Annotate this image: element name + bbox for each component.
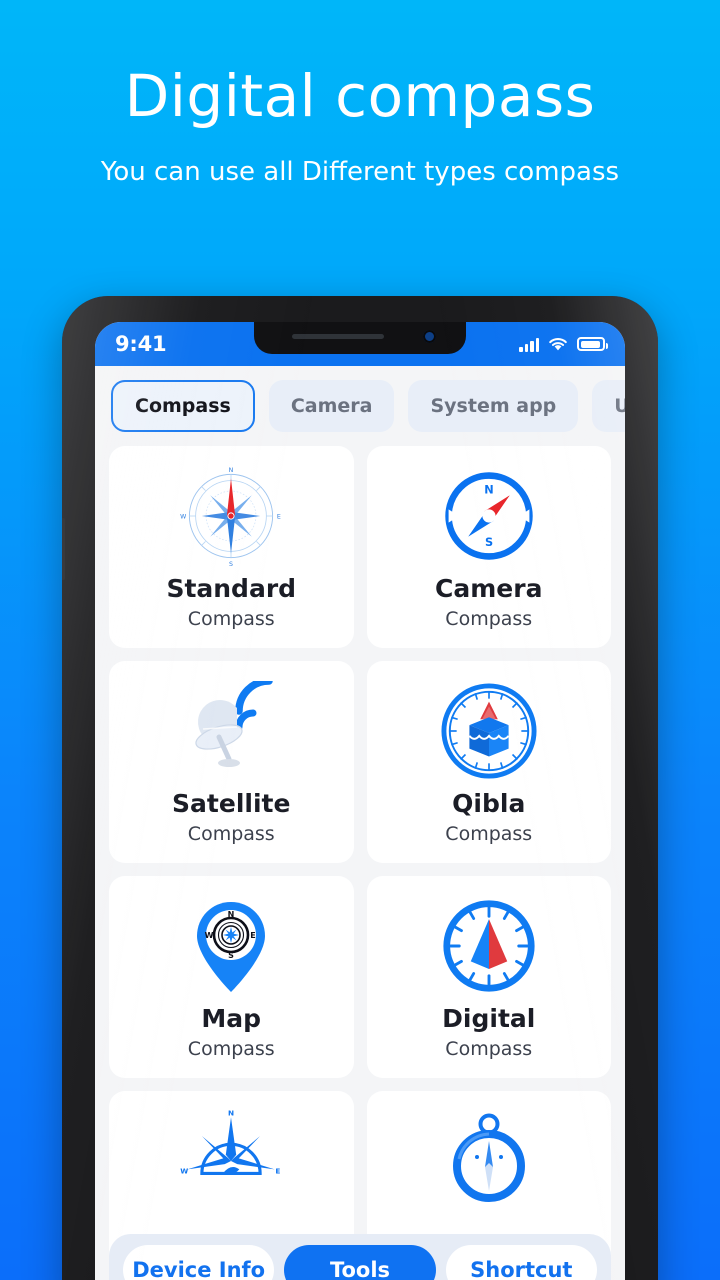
phone-screen: 9:41 Compass Camera System app User app (95, 322, 625, 1280)
nav-label: Tools (329, 1258, 391, 1280)
battery-icon (577, 337, 608, 351)
svg-text:N: N (229, 467, 234, 474)
card-subtitle: Compass (445, 823, 533, 845)
svg-text:N: N (484, 483, 493, 496)
tab-user-app[interactable]: User app (592, 380, 625, 432)
tab-camera[interactable]: Camera (268, 380, 395, 432)
card-subtitle: Compass (187, 608, 275, 630)
qibla-kaaba-compass-icon (433, 675, 545, 787)
standard-compass-rose-icon: N S W E (175, 460, 287, 572)
wifi-icon (549, 337, 567, 350)
nav-shortcut[interactable]: Shortcut (445, 1245, 597, 1280)
card-digital-compass[interactable]: Digital Compass (366, 876, 611, 1078)
phone-side-button (62, 518, 65, 580)
nav-tools[interactable]: Tools (284, 1245, 436, 1280)
page-subtitle: You can use all Different types compass (100, 156, 620, 187)
tab-system-app[interactable]: System app (408, 380, 579, 432)
status-time: 9:41 (115, 332, 167, 356)
svg-text:E: E (276, 1166, 281, 1175)
card-qibla-compass[interactable]: Qibla Compass (366, 661, 611, 863)
compass-grid: N S W E Standard Compass N S Camera Comp… (95, 438, 625, 1280)
phone-notch (254, 322, 466, 354)
card-title: Map (201, 1004, 262, 1033)
svg-text:S: S (485, 536, 493, 549)
svg-text:W: W (205, 931, 214, 940)
card-subtitle: Compass (187, 1038, 275, 1060)
card-subtitle: Compass (187, 823, 275, 845)
nav-device-info[interactable]: Device Info (123, 1245, 275, 1280)
pocket-watch-compass-icon (433, 1105, 545, 1217)
satellite-dish-icon (175, 675, 287, 787)
camera-compass-icon: N S (433, 460, 545, 572)
svg-text:E: E (251, 931, 256, 940)
svg-text:E: E (277, 514, 281, 521)
nav-label: Device Info (132, 1258, 266, 1280)
earpiece-speaker-icon (292, 334, 384, 339)
card-map-compass[interactable]: N S W E Map Compass (109, 876, 354, 1078)
card-title: Qibla (452, 789, 526, 818)
svg-text:S: S (228, 951, 234, 960)
card-title: Camera (435, 574, 543, 603)
status-icon-group (519, 337, 608, 352)
nav-label: Shortcut (470, 1258, 573, 1280)
promo-header: Digital compass You can use all Differen… (0, 0, 720, 191)
svg-text:W: W (180, 514, 186, 521)
map-pin-compass-icon: N S W E (175, 890, 287, 1002)
card-title: Standard (166, 574, 297, 603)
card-title: Satellite (172, 789, 291, 818)
svg-text:W: W (180, 1166, 188, 1175)
tab-label: Camera (290, 395, 373, 417)
card-subtitle: Compass (445, 608, 533, 630)
card-standard-compass[interactable]: N S W E Standard Compass (109, 446, 354, 648)
signal-bars-icon (519, 337, 539, 352)
tab-label: User app (614, 395, 625, 417)
card-satellite-compass[interactable]: Satellite Compass (109, 661, 354, 863)
svg-text:N: N (228, 910, 235, 919)
svg-text:N: N (228, 1109, 234, 1117)
front-camera-icon (423, 330, 436, 343)
bottom-navigation-bar: Device Info Tools Shortcut (109, 1234, 611, 1280)
page-title: Digital compass (124, 62, 596, 130)
tab-label: System app (430, 395, 557, 417)
tab-compass[interactable]: Compass (111, 380, 255, 432)
phone-mockup: 9:41 Compass Camera System app User app (62, 296, 658, 1280)
digital-compass-icon (433, 890, 545, 1002)
tab-bar: Compass Camera System app User app (95, 366, 625, 438)
tab-label: Compass (135, 395, 231, 417)
card-title: Digital (442, 1004, 536, 1033)
svg-text:S: S (229, 561, 233, 568)
card-subtitle: Compass (445, 1038, 533, 1060)
card-camera-compass[interactable]: N S Camera Compass (366, 446, 611, 648)
nautical-star-compass-icon: N W E (175, 1105, 287, 1217)
